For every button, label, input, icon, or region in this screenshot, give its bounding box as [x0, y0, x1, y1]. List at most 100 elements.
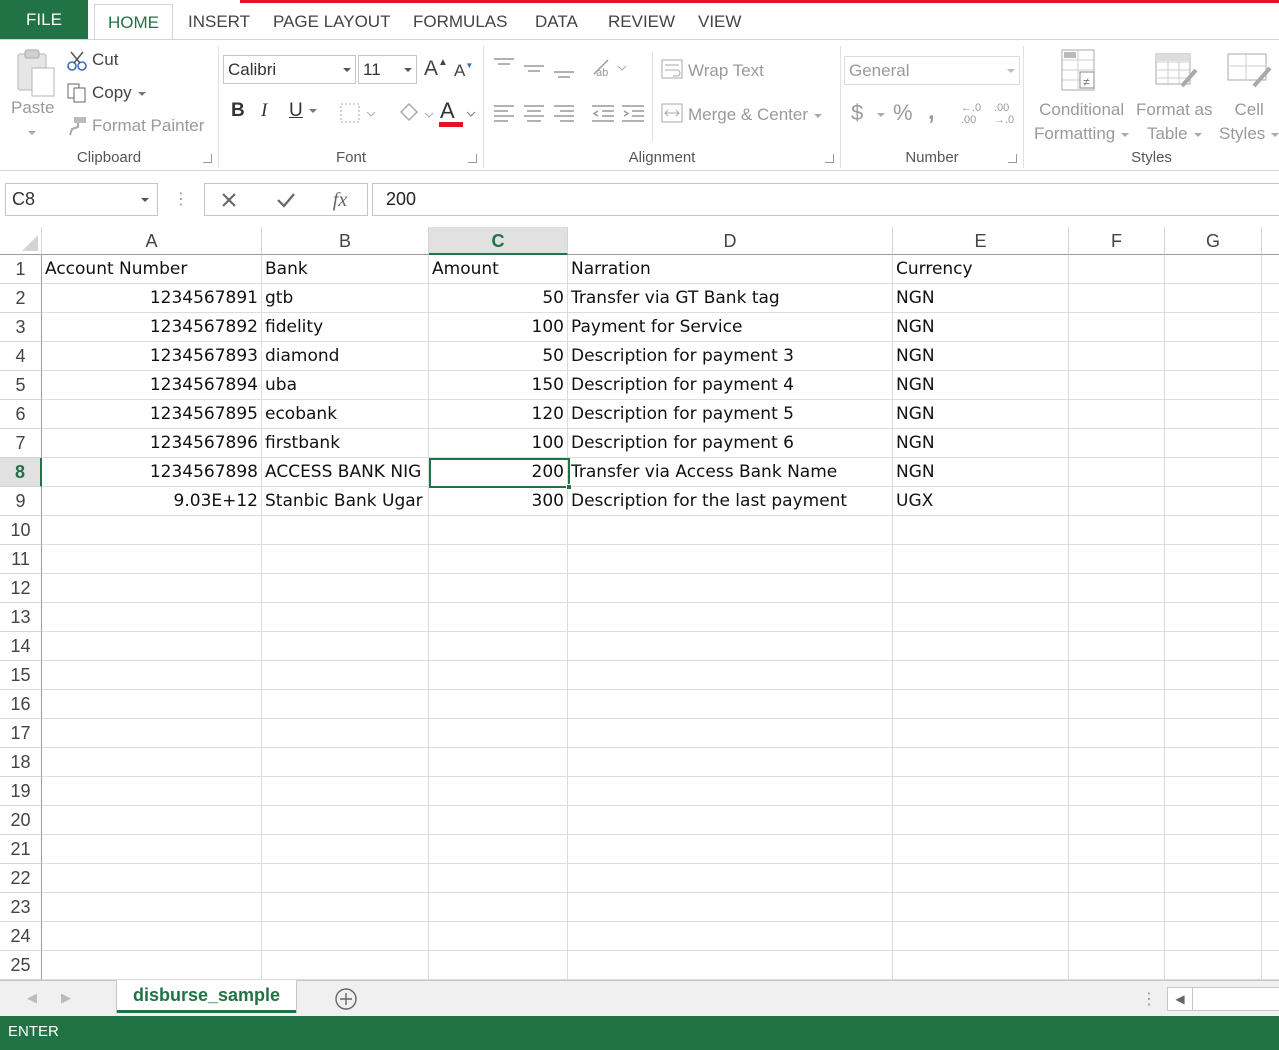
- orientation-icon[interactable]: ab: [590, 56, 630, 80]
- cell-g12[interactable]: [1165, 574, 1262, 603]
- cell-c10[interactable]: [429, 516, 568, 545]
- row-header-3[interactable]: 3: [0, 313, 42, 342]
- row-header-19[interactable]: 19: [0, 777, 42, 806]
- cell-d11[interactable]: [568, 545, 893, 574]
- cell-a18[interactable]: [42, 748, 262, 777]
- cell-g21[interactable]: [1165, 835, 1262, 864]
- cell-b21[interactable]: [262, 835, 429, 864]
- cell-c24[interactable]: [429, 922, 568, 951]
- cell-f20[interactable]: [1069, 806, 1165, 835]
- copy-dropdown-icon[interactable]: [137, 91, 146, 96]
- cell-e4[interactable]: NGN: [893, 342, 1069, 371]
- cell-b1[interactable]: Bank: [262, 255, 429, 284]
- new-sheet-icon[interactable]: [334, 987, 358, 1011]
- cell-b19[interactable]: [262, 777, 429, 806]
- decrease-font-icon[interactable]: A▼: [454, 61, 473, 81]
- cell-e11[interactable]: [893, 545, 1069, 574]
- cell-c20[interactable]: [429, 806, 568, 835]
- cell-c25[interactable]: [429, 951, 568, 980]
- cell-g24[interactable]: [1165, 922, 1262, 951]
- cell-g14[interactable]: [1165, 632, 1262, 661]
- cell-d5[interactable]: Description for payment 4: [568, 371, 893, 400]
- cell-a3[interactable]: 1234567892: [42, 313, 262, 342]
- cell-partial[interactable]: [1262, 864, 1279, 893]
- cell-a24[interactable]: [42, 922, 262, 951]
- cell-partial[interactable]: [1262, 719, 1279, 748]
- cell-d25[interactable]: [568, 951, 893, 980]
- cell-d13[interactable]: [568, 603, 893, 632]
- cell-g6[interactable]: [1165, 400, 1262, 429]
- cell-c17[interactable]: [429, 719, 568, 748]
- cell-b12[interactable]: [262, 574, 429, 603]
- enter-check-icon[interactable]: [275, 190, 297, 210]
- cell-a17[interactable]: [42, 719, 262, 748]
- row-header-1[interactable]: 1: [0, 255, 42, 284]
- cell-d7[interactable]: Description for payment 6: [568, 429, 893, 458]
- cut-icon[interactable]: [66, 50, 88, 72]
- cell-e14[interactable]: [893, 632, 1069, 661]
- cell-c15[interactable]: [429, 661, 568, 690]
- cell-b10[interactable]: [262, 516, 429, 545]
- cell-a16[interactable]: [42, 690, 262, 719]
- cell-d6[interactable]: Description for payment 5: [568, 400, 893, 429]
- cell-partial[interactable]: [1262, 545, 1279, 574]
- formula-input[interactable]: 200: [372, 183, 1279, 216]
- tab-page-layout[interactable]: PAGE LAYOUT: [273, 4, 390, 40]
- cell-g25[interactable]: [1165, 951, 1262, 980]
- row-header-13[interactable]: 13: [0, 603, 42, 632]
- row-header-11[interactable]: 11: [0, 545, 42, 574]
- cell-styles-button[interactable]: Cell Styles: [1219, 98, 1279, 146]
- cell-partial[interactable]: [1262, 574, 1279, 603]
- cell-e22[interactable]: [893, 864, 1069, 893]
- row-header-18[interactable]: 18: [0, 748, 42, 777]
- cell-c6[interactable]: 120: [429, 400, 568, 429]
- cell-partial[interactable]: [1262, 429, 1279, 458]
- cell-f10[interactable]: [1069, 516, 1165, 545]
- cell-b4[interactable]: diamond: [262, 342, 429, 371]
- cell-c5[interactable]: 150: [429, 371, 568, 400]
- cell-d1[interactable]: Narration: [568, 255, 893, 284]
- fill-handle[interactable]: [566, 484, 572, 490]
- cell-f23[interactable]: [1069, 893, 1165, 922]
- cell-e25[interactable]: [893, 951, 1069, 980]
- cell-e19[interactable]: [893, 777, 1069, 806]
- cell-c14[interactable]: [429, 632, 568, 661]
- sheet-tab-disburse-sample[interactable]: disburse_sample: [117, 980, 296, 1013]
- cell-a25[interactable]: [42, 951, 262, 980]
- cell-d2[interactable]: Transfer via GT Bank tag: [568, 284, 893, 313]
- cell-d9[interactable]: Description for the last payment: [568, 487, 893, 516]
- cell-b23[interactable]: [262, 893, 429, 922]
- format-painter-icon[interactable]: [66, 115, 88, 137]
- cell-a20[interactable]: [42, 806, 262, 835]
- font-color-icon[interactable]: A: [437, 98, 477, 130]
- cell-d16[interactable]: [568, 690, 893, 719]
- cell-partial[interactable]: [1262, 835, 1279, 864]
- cell-c1[interactable]: Amount: [429, 255, 568, 284]
- insert-function-icon[interactable]: fx: [327, 187, 353, 213]
- cell-d3[interactable]: Payment for Service: [568, 313, 893, 342]
- cell-d21[interactable]: [568, 835, 893, 864]
- cell-c4[interactable]: 50: [429, 342, 568, 371]
- copy-button[interactable]: Copy: [92, 83, 146, 103]
- cell-d4[interactable]: Description for payment 3: [568, 342, 893, 371]
- cell-b9[interactable]: Stanbic Bank Ugar: [262, 487, 429, 516]
- formula-bar-grip-icon[interactable]: ⋮: [173, 189, 189, 209]
- cell-f16[interactable]: [1069, 690, 1165, 719]
- cell-f11[interactable]: [1069, 545, 1165, 574]
- cell-e12[interactable]: [893, 574, 1069, 603]
- indent-icons[interactable]: [590, 102, 646, 126]
- cell-d17[interactable]: [568, 719, 893, 748]
- tab-insert[interactable]: INSERT: [188, 4, 250, 40]
- cell-partial[interactable]: [1262, 661, 1279, 690]
- cell-f12[interactable]: [1069, 574, 1165, 603]
- tab-view[interactable]: VIEW: [698, 4, 741, 40]
- bold-button[interactable]: B: [231, 100, 245, 122]
- name-box[interactable]: C8: [5, 183, 158, 216]
- column-header-f[interactable]: F: [1069, 227, 1165, 255]
- cell-a15[interactable]: [42, 661, 262, 690]
- underline-button[interactable]: U: [289, 100, 317, 122]
- cell-f3[interactable]: [1069, 313, 1165, 342]
- cell-d24[interactable]: [568, 922, 893, 951]
- cell-d15[interactable]: [568, 661, 893, 690]
- cell-d18[interactable]: [568, 748, 893, 777]
